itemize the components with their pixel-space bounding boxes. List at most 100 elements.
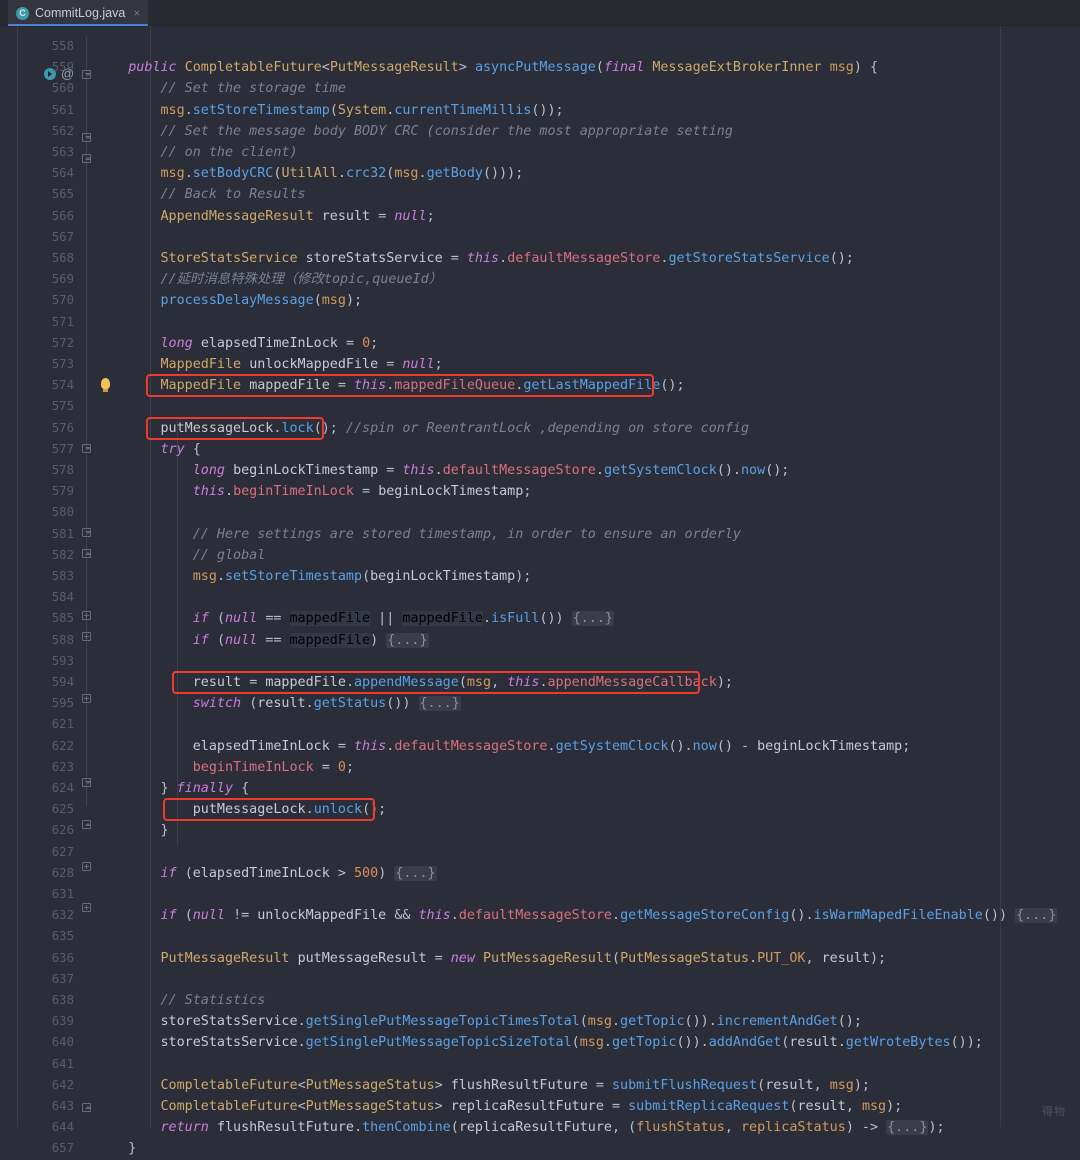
code-text[interactable]: msg.setStoreTimestamp(System.currentTime… — [96, 100, 564, 121]
code-text[interactable]: // Statistics — [96, 990, 265, 1011]
code-text[interactable]: long elapsedTimeInLock = 0; — [96, 333, 379, 354]
code-line[interactable]: 642 CompletableFuture<PutMessageStatus> … — [0, 1075, 1080, 1096]
code-text[interactable]: } — [96, 1138, 136, 1159]
code-text[interactable]: // Here settings are stored timestamp, i… — [96, 524, 741, 545]
code-line[interactable]: 640 storeStatsService.getSinglePutMessag… — [0, 1032, 1080, 1053]
close-icon[interactable]: × — [133, 6, 140, 20]
code-line[interactable]: 565 // Back to Results — [0, 184, 1080, 205]
code-line[interactable]: 644 return flushResultFuture.thenCombine… — [0, 1117, 1080, 1138]
code-token: (); — [660, 378, 685, 394]
code-text[interactable]: if (null != unlockMappedFile && this.def… — [96, 905, 1058, 926]
code-line[interactable]: 580 — [0, 502, 1080, 523]
code-line[interactable]: 558 — [0, 36, 1080, 57]
code-line[interactable]: 584 — [0, 587, 1080, 608]
code-text[interactable]: return flushResultFuture.thenCombine(rep… — [96, 1117, 945, 1138]
code-text[interactable]: StoreStatsService storeStatsService = th… — [96, 248, 854, 269]
code-text[interactable]: // Back to Results — [96, 184, 305, 205]
code-line[interactable]: 583 msg.setStoreTimestamp(beginLockTimes… — [0, 566, 1080, 587]
code-line[interactable]: 579 this.beginTimeInLock = beginLockTime… — [0, 481, 1080, 502]
code-line[interactable]: 636 PutMessageResult putMessageResult = … — [0, 948, 1080, 969]
code-text[interactable]: putMessageLock.lock(); //spin or Reentra… — [96, 418, 750, 439]
code-line[interactable]: 559 public CompletableFuture<PutMessageR… — [0, 57, 1080, 78]
code-line[interactable]: 626 } — [0, 820, 1080, 841]
code-text[interactable]: public CompletableFuture<PutMessageResul… — [96, 57, 878, 78]
code-line[interactable]: 627 — [0, 842, 1080, 863]
code-line[interactable]: 561 msg.setStoreTimestamp(System.current… — [0, 100, 1080, 121]
code-text[interactable]: result = mappedFile.appendMessage(msg, t… — [96, 672, 733, 693]
code-text[interactable]: } finally { — [96, 778, 249, 799]
code-line[interactable]: 575 — [0, 396, 1080, 417]
code-line[interactable]: 594 result = mappedFile.appendMessage(ms… — [0, 672, 1080, 693]
code-editor[interactable]: @ 558 559 public CompletableFuture<PutMes… — [0, 26, 1080, 1156]
code-line[interactable]: 638 // Statistics — [0, 990, 1080, 1011]
code-line[interactable]: 628 if (elapsedTimeInLock > 500) {...} — [0, 863, 1080, 884]
code-line[interactable]: 641 — [0, 1054, 1080, 1075]
code-text[interactable]: processDelayMessage(msg); — [96, 290, 363, 311]
code-text[interactable]: long beginLockTimestamp = this.defaultMe… — [96, 460, 790, 481]
code-line[interactable]: 566 AppendMessageResult result = null; — [0, 206, 1080, 227]
code-line[interactable]: 622 elapsedTimeInLock = this.defaultMess… — [0, 736, 1080, 757]
code-line[interactable]: 639 storeStatsService.getSinglePutMessag… — [0, 1011, 1080, 1032]
code-token: final — [603, 60, 653, 76]
code-text[interactable]: // global — [96, 545, 266, 566]
code-line[interactable]: 588 if (null == mappedFile) {...} — [0, 630, 1080, 651]
code-text[interactable]: this.beginTimeInLock = beginLockTimestam… — [96, 481, 532, 502]
code-line[interactable]: 578 long beginLockTimestamp = this.defau… — [0, 460, 1080, 481]
code-text[interactable]: try { — [96, 439, 201, 460]
code-line[interactable]: 567 — [0, 227, 1080, 248]
code-text[interactable]: if (null == mappedFile) {...} — [96, 630, 429, 651]
code-text[interactable]: //延时消息特殊处理（修改topic,queueId） — [96, 269, 442, 290]
code-line[interactable]: 570 processDelayMessage(msg); — [0, 290, 1080, 311]
code-text[interactable]: AppendMessageResult result = null; — [96, 206, 435, 227]
code-line[interactable]: 560 // Set the storage time — [0, 78, 1080, 99]
code-line[interactable]: 593 — [0, 651, 1080, 672]
code-line[interactable]: 562 // Set the message body BODY CRC (co… — [0, 121, 1080, 142]
code-line[interactable]: 572 long elapsedTimeInLock = 0; — [0, 333, 1080, 354]
code-line[interactable]: 581 // Here settings are stored timestam… — [0, 524, 1080, 545]
code-line[interactable]: 637 — [0, 969, 1080, 990]
code-text[interactable]: if (null == mappedFile || mappedFile.isF… — [96, 608, 614, 629]
code-text[interactable]: putMessageLock.unlock(); — [96, 799, 387, 820]
code-line[interactable]: 635 — [0, 926, 1080, 947]
code-line[interactable]: 571 — [0, 312, 1080, 333]
code-text[interactable]: // Set the storage time — [96, 78, 345, 99]
code-text[interactable]: // Set the message body BODY CRC (consid… — [96, 121, 732, 142]
code-line[interactable]: 576 putMessageLock.lock(); //spin or Ree… — [0, 418, 1080, 439]
code-text[interactable]: elapsedTimeInLock = this.defaultMessageS… — [96, 736, 911, 757]
code-line[interactable]: 573 MappedFile unlockMappedFile = null; — [0, 354, 1080, 375]
code-lines-container[interactable]: 558 559 public CompletableFuture<PutMessa… — [0, 26, 1080, 1156]
code-text[interactable]: MappedFile mappedFile = this.mappedFileQ… — [96, 375, 685, 396]
code-line[interactable]: 631 — [0, 884, 1080, 905]
code-line[interactable]: 564 msg.setBodyCRC(UtilAll.crc32(msg.get… — [0, 163, 1080, 184]
code-line[interactable]: 577 try { — [0, 439, 1080, 460]
code-text[interactable]: if (elapsedTimeInLock > 500) {...} — [96, 863, 437, 884]
code-line[interactable]: 623 beginTimeInLock = 0; — [0, 757, 1080, 778]
code-line[interactable]: 625 putMessageLock.unlock(); — [0, 799, 1080, 820]
code-line[interactable]: 582 // global — [0, 545, 1080, 566]
code-text[interactable]: CompletableFuture<PutMessageStatus> flus… — [96, 1075, 871, 1096]
code-line[interactable]: 632 if (null != unlockMappedFile && this… — [0, 905, 1080, 926]
code-text[interactable]: CompletableFuture<PutMessageStatus> repl… — [96, 1096, 903, 1117]
code-text[interactable]: PutMessageResult putMessageResult = new … — [96, 948, 887, 969]
code-line[interactable]: 574 MappedFile mappedFile = this.mappedF… — [0, 375, 1080, 396]
code-text[interactable]: MappedFile unlockMappedFile = null; — [96, 354, 443, 375]
code-text[interactable]: msg.setBodyCRC(UtilAll.crc32(msg.getBody… — [96, 163, 524, 184]
code-line[interactable]: 563 // on the client) — [0, 142, 1080, 163]
code-line[interactable]: 568 StoreStatsService storeStatsService … — [0, 248, 1080, 269]
code-text[interactable]: storeStatsService.getSinglePutMessageTop… — [96, 1032, 983, 1053]
code-text[interactable]: msg.setStoreTimestamp(beginLockTimestamp… — [96, 566, 532, 587]
code-text[interactable]: storeStatsService.getSinglePutMessageTop… — [96, 1011, 862, 1032]
code-line[interactable]: 657 } — [0, 1138, 1080, 1159]
code-line[interactable]: 643 CompletableFuture<PutMessageStatus> … — [0, 1096, 1080, 1117]
code-text[interactable]: } — [96, 820, 168, 841]
code-text[interactable]: // on the client) — [96, 142, 297, 163]
code-text[interactable]: switch (result.getStatus()) {...} — [96, 693, 461, 714]
code-line[interactable]: 595 switch (result.getStatus()) {...} — [0, 693, 1080, 714]
code-text[interactable]: beginTimeInLock = 0; — [96, 757, 354, 778]
code-line[interactable]: 585 if (null == mappedFile || mappedFile… — [0, 608, 1080, 629]
tab-commitlog-java[interactable]: C CommitLog.java × — [8, 0, 149, 26]
code-line[interactable]: 621 — [0, 714, 1080, 735]
code-line[interactable]: 569 //延时消息特殊处理（修改topic,queueId） — [0, 269, 1080, 290]
code-line[interactable]: 624 } finally { — [0, 778, 1080, 799]
